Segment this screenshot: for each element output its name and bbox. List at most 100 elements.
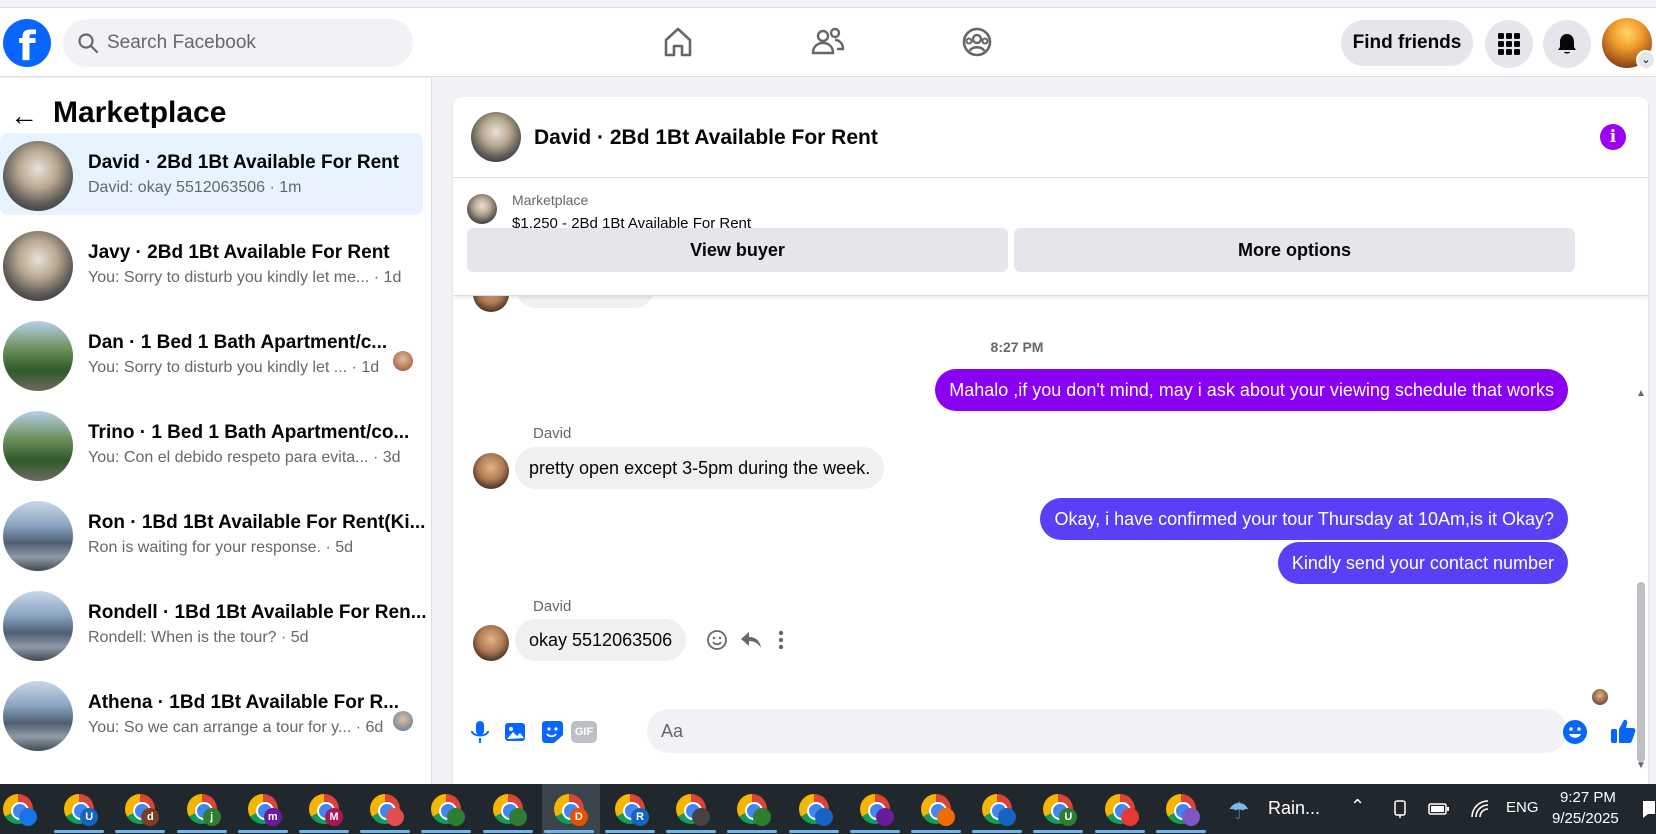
gif-icon[interactable]: GIF — [571, 721, 597, 743]
conversation-item[interactable]: Athena · 1Bd 1Bt Available For R... You: … — [0, 673, 423, 755]
umbrella-rain-icon[interactable]: ☂ — [1228, 797, 1250, 826]
search-box[interactable] — [63, 19, 413, 67]
notification-center-icon[interactable] — [1642, 798, 1656, 820]
conversation-name: Dan · 1 Bed 1 Bath Apartment/c... — [88, 332, 388, 353]
info-icon[interactable]: i — [1600, 124, 1626, 150]
windows-taskbar: Ud j m M D R U ☂ Rain... ⌃ ENG 9:27 PM 9/25/20… — [0, 784, 1656, 834]
friends-icon[interactable] — [808, 22, 848, 62]
bell-icon — [1558, 34, 1576, 54]
profile-badge — [692, 808, 711, 826]
message-composer: GIF — [453, 697, 1648, 784]
conversation-name: Athena · 1Bd 1Bt Available For R... — [88, 692, 400, 713]
incoming-message[interactable]: okay 5512063506 — [515, 619, 687, 661]
taskbar-running-indicator — [237, 830, 288, 833]
conversation-item[interactable]: Javy · 2Bd 1Bt Available For Rent You: So… — [0, 223, 423, 305]
listing-thumbnail[interactable] — [467, 194, 497, 224]
find-friends-button[interactable]: Find friends — [1341, 20, 1473, 66]
conversation-snippet: You: So we can arrange a tour for y... ·… — [88, 719, 384, 736]
profile-avatar[interactable]: ⌄ — [1602, 18, 1656, 70]
photo-icon[interactable] — [502, 719, 528, 745]
more-actions-icon[interactable] — [777, 629, 785, 651]
taskbar-running-indicator — [605, 830, 655, 833]
conversation-snippet: You: Con el debido respeto para evita...… — [88, 449, 401, 466]
profile-badge — [508, 808, 527, 826]
profile-badge: D — [569, 808, 588, 826]
taskbar-running-indicator — [543, 830, 594, 833]
back-arrow-icon[interactable]: ← — [10, 100, 38, 132]
notifications-button[interactable] — [1543, 20, 1591, 68]
sender-avatar[interactable] — [473, 625, 509, 661]
profile-badge — [998, 808, 1017, 826]
search-icon — [78, 33, 99, 54]
taskbar-running-indicator — [1033, 830, 1084, 833]
outgoing-message[interactable]: Mahalo ,if you don't mind, may i ask abo… — [935, 369, 1568, 411]
taskbar-running-indicator — [1094, 830, 1145, 833]
react-emoji-icon[interactable] — [706, 629, 728, 651]
taskbar-running-indicator — [727, 830, 778, 833]
sticker-icon[interactable] — [539, 719, 565, 745]
weather-text[interactable]: Rain... — [1268, 798, 1320, 819]
message-input[interactable] — [647, 709, 1567, 753]
chat-title[interactable]: David · 2Bd 1Bt Available For Rent — [534, 126, 878, 150]
conversation-thumbnail — [3, 321, 73, 391]
battery-icon[interactable] — [1428, 802, 1450, 816]
microphone-icon[interactable] — [467, 719, 493, 745]
conversation-snippet: David: okay 5512063506 · 1m — [88, 179, 302, 196]
view-buyer-button[interactable]: View buyer — [467, 228, 1008, 272]
profile-badge: d — [141, 808, 160, 826]
profile-badge — [386, 808, 405, 826]
conversation-item[interactable]: Rondell · 1Bd 1Bt Available For Ren... Ro… — [0, 583, 427, 665]
sender-name: David — [533, 598, 572, 615]
profile-badge — [875, 808, 894, 826]
read-receipt-avatar — [393, 351, 413, 371]
taskbar-running-indicator — [421, 830, 472, 833]
profile-badge: j — [202, 808, 221, 826]
sender-avatar[interactable] — [473, 453, 509, 489]
profile-badge: U — [80, 808, 99, 826]
profile-badge: U — [1059, 808, 1078, 826]
like-thumb-icon[interactable] — [1609, 717, 1637, 745]
taskbar-running-indicator — [54, 830, 105, 833]
more-options-button[interactable]: More options — [1014, 228, 1575, 272]
sender-name: David — [533, 425, 572, 442]
marketplace-inbox-panel: ← Marketplace David · 2Bd 1Bt Available … — [0, 78, 432, 784]
conversation-item[interactable]: Ron · 1Bd 1Bt Available For Rent(Ki... Ro… — [0, 493, 425, 575]
inbox-title: Marketplace — [53, 96, 227, 129]
chevron-up-icon[interactable]: ⌃ — [1350, 796, 1365, 817]
conversation-snippet: You: Sorry to disturb you kindly let me.… — [88, 269, 402, 286]
listing-source: Marketplace — [512, 192, 589, 208]
conversation-item[interactable]: Dan · 1 Bed 1 Bath Apartment/c... You: So… — [0, 313, 423, 395]
emoji-icon[interactable] — [1562, 719, 1588, 745]
clock-date[interactable]: 9/25/2025 — [1552, 810, 1619, 827]
incoming-message[interactable]: pretty open except 3-5pm during the week… — [515, 447, 885, 489]
reply-icon[interactable] — [739, 629, 763, 651]
wifi-icon[interactable] — [1470, 799, 1490, 819]
chevron-down-icon[interactable]: ⌄ — [1636, 50, 1656, 70]
conversation-thumbnail — [3, 591, 73, 661]
home-icon[interactable] — [658, 22, 698, 62]
profile-badge: R — [631, 808, 649, 826]
profile-badge — [447, 808, 466, 826]
groups-icon[interactable] — [957, 22, 997, 62]
facebook-logo[interactable]: f — [3, 19, 51, 67]
conversation-item[interactable]: Trino · 1 Bed 1 Bath Apartment/co... You:… — [0, 403, 423, 485]
taskbar-running-indicator — [911, 830, 961, 833]
device-icon[interactable] — [1392, 799, 1408, 819]
outgoing-message[interactable]: Okay, i have confirmed your tour Thursda… — [1040, 498, 1568, 540]
clock-time[interactable]: 9:27 PM — [1560, 789, 1616, 806]
conversation-name: Rondell · 1Bd 1Bt Available For Ren... — [88, 602, 427, 623]
language-indicator[interactable]: ENG — [1506, 799, 1539, 816]
search-input[interactable] — [107, 19, 397, 67]
conversation-name: Javy · 2Bd 1Bt Available For Rent — [88, 242, 390, 263]
taskbar-running-indicator — [1155, 830, 1206, 833]
message-timestamp: 8:27 PM — [990, 339, 1044, 355]
taskbar-running-indicator — [849, 830, 900, 833]
conversation-snippet: You: Sorry to disturb you kindly let ...… — [88, 359, 380, 376]
scroll-up-arrow-icon[interactable]: ▲ — [1636, 388, 1646, 399]
menu-button[interactable] — [1485, 20, 1533, 68]
conversation-item[interactable]: David · 2Bd 1Bt Available For Rent David:… — [0, 133, 423, 215]
conversation-name: David · 2Bd 1Bt Available For Rent — [88, 152, 400, 173]
chat-avatar[interactable] — [471, 112, 521, 162]
outgoing-message[interactable]: Kindly send your contact number — [1277, 542, 1568, 584]
profile-badge: M — [325, 808, 343, 826]
